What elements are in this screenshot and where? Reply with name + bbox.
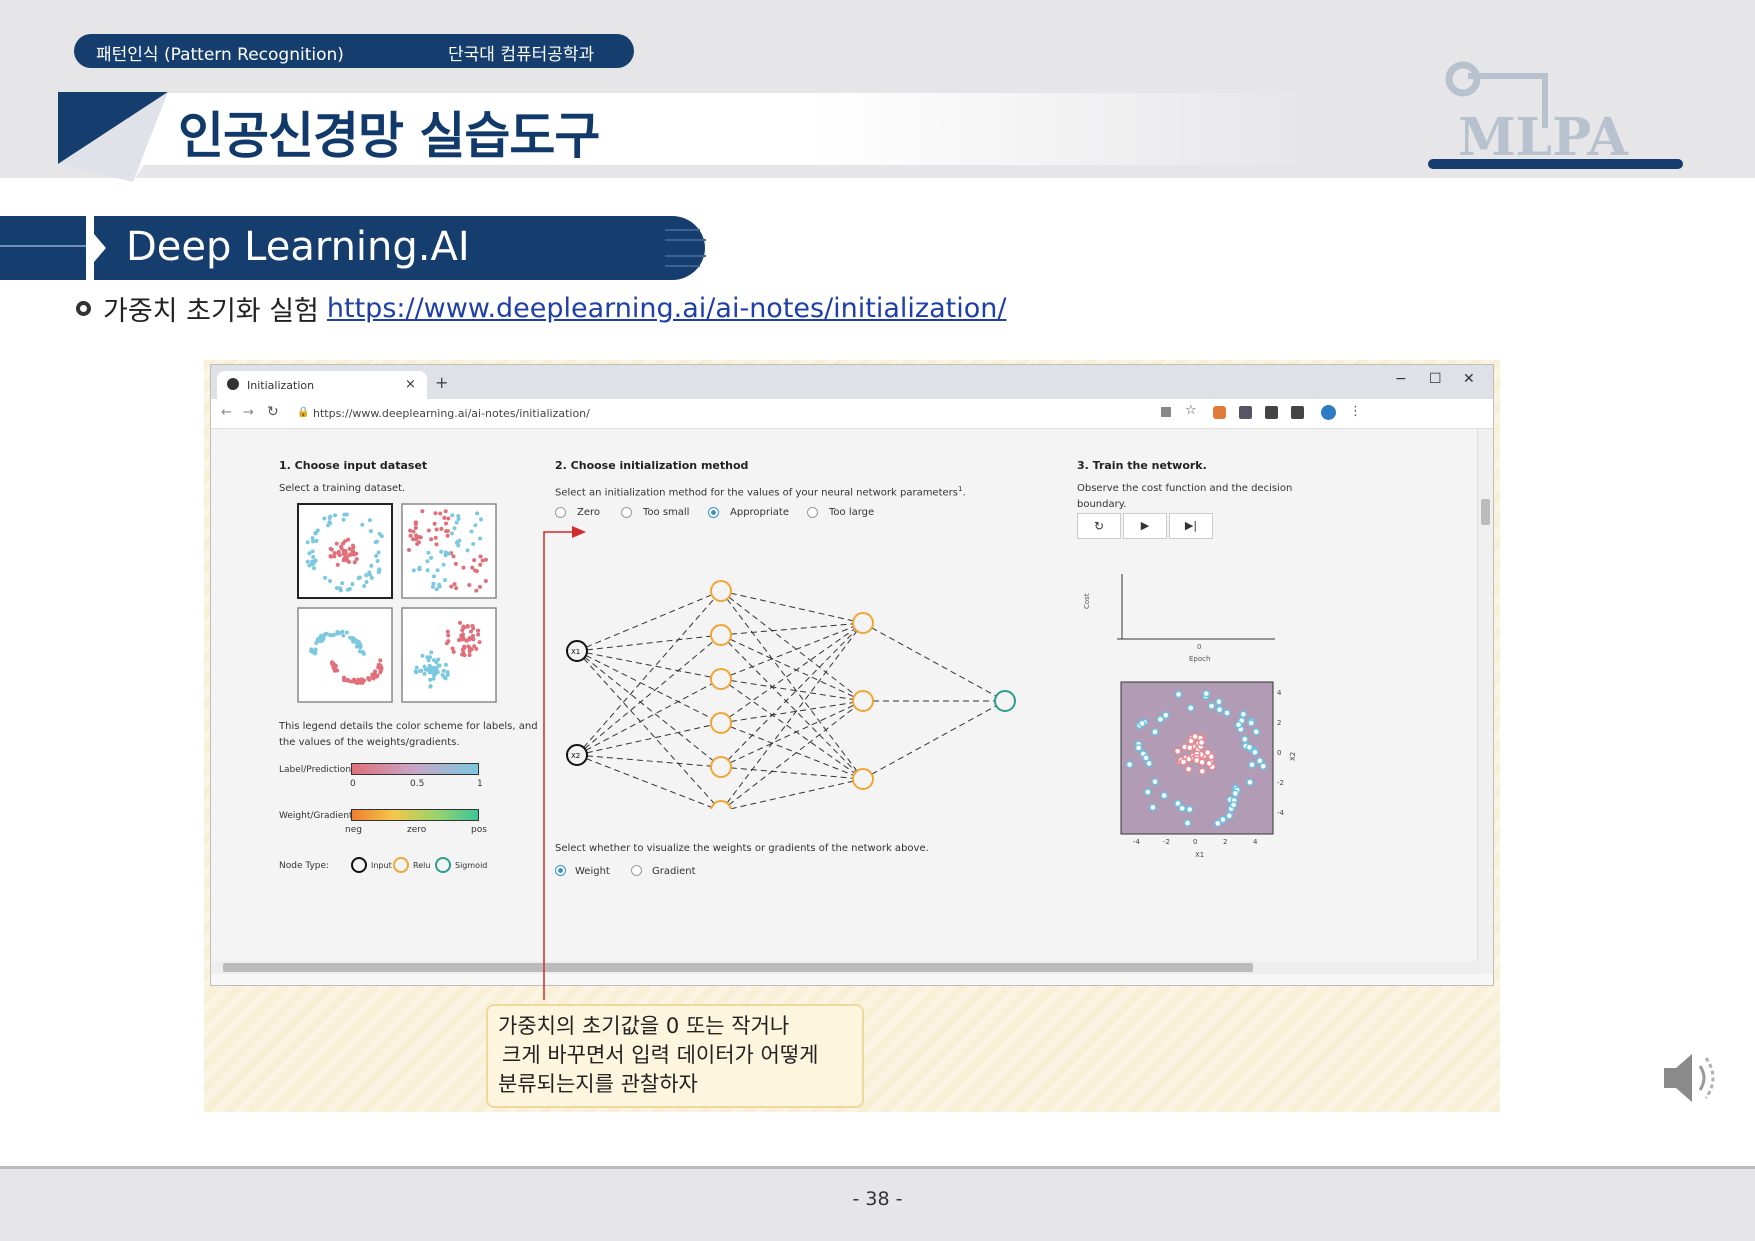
annotation-arrow	[543, 526, 586, 1000]
speaker-icon[interactable]	[1660, 1044, 1730, 1114]
page-number: - 38 -	[852, 1188, 903, 1210]
callout-line-2: 크게 바꾸면서 입력 데이터가 어떻게	[502, 1043, 819, 1067]
mlpa-logo: MLPA	[1428, 61, 1683, 169]
course-pill: 패턴인식 (Pattern Recognition) 단국대 컴퓨터공학과	[74, 34, 634, 68]
svg-text:MLPA: MLPA	[1458, 107, 1628, 168]
callout-line-1: 가중치의 초기값을 0 또는 작거나	[498, 1014, 790, 1038]
department-name: 단국대 컴퓨터공학과	[448, 45, 595, 65]
callout-box: 가중치의 초기값을 0 또는 작거나 크게 바꾸면서 입력 데이터가 어떻게 분…	[486, 1004, 864, 1108]
slide: 패턴인식 (Pattern Recognition) 단국대 컴퓨터공학과 인공…	[0, 0, 1755, 1241]
page-curl-icon	[58, 92, 168, 182]
page-title: 인공신경망 실습도구	[178, 107, 600, 165]
screenshot-frame: Initialization × + − ☐ ✕ ← → ↻ 🔒 https:/…	[204, 360, 1500, 1112]
callout-line-3: 분류되는지를 관찰하자	[498, 1072, 698, 1096]
bullet-icon	[76, 301, 91, 316]
section-title: Deep Learning.AI	[126, 224, 470, 270]
course-name: 패턴인식 (Pattern Recognition)	[96, 45, 344, 65]
bullet-text: 가중치 초기화 실험	[103, 296, 319, 327]
bullet-item: 가중치 초기화 실험 https://www.deeplearning.ai/a…	[76, 289, 1006, 328]
initialization-link[interactable]: https://www.deeplearning.ai/ai-notes/ini…	[327, 293, 1007, 324]
